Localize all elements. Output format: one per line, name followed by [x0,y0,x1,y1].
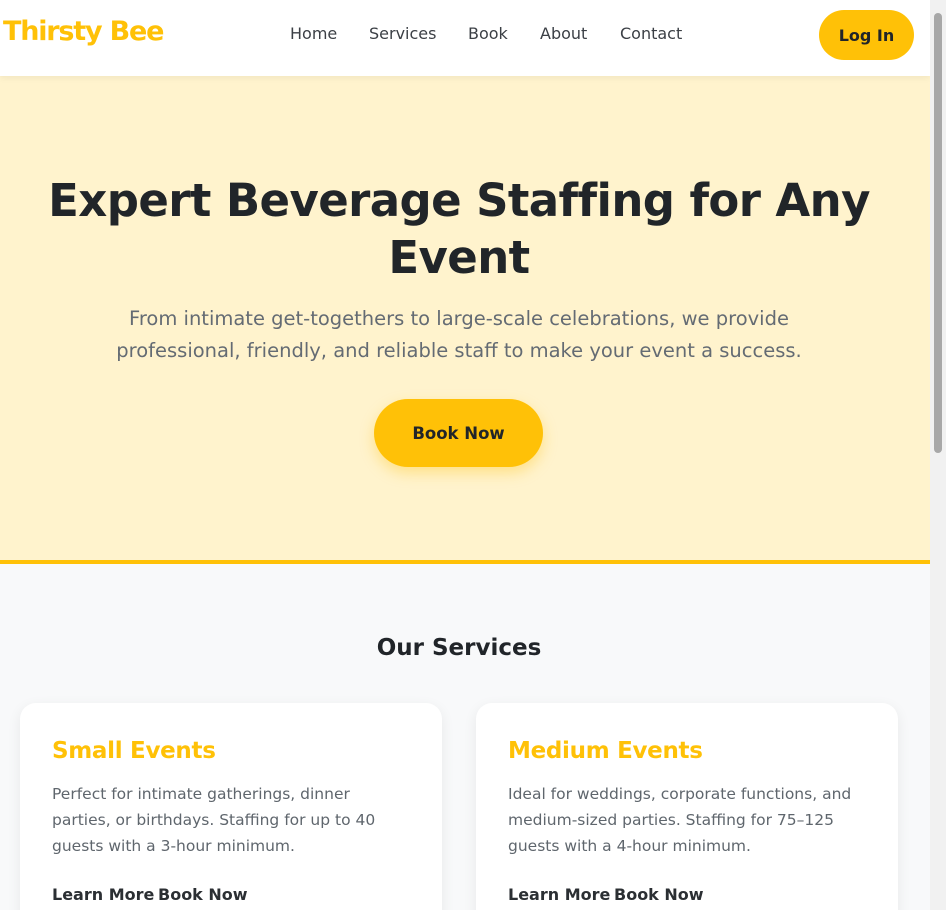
page: Thirsty Bee Home Services Book About Con… [0,0,930,910]
learn-more-link[interactable]: Learn More [52,885,154,904]
main-nav: Home Services Book About Contact [0,24,930,46]
card-title: Medium Events [508,738,703,764]
site-header: Thirsty Bee Home Services Book About Con… [0,0,930,76]
nav-link-book[interactable]: Book [468,24,508,43]
hero-subtitle: From intimate get-togethers to large-sca… [116,307,802,362]
service-card-small: Small Events Perfect for intimate gather… [20,703,442,910]
vertical-scrollbar[interactable] [930,0,946,910]
nav-link-home[interactable]: Home [290,24,337,43]
hero-book-now-button[interactable]: Book Now [374,399,543,467]
book-now-link[interactable]: Book Now [614,885,704,904]
book-now-link[interactable]: Book Now [158,885,248,904]
card-description: Ideal for weddings, corporate functions,… [508,785,852,855]
services-heading: Our Services [376,635,542,661]
hero-title: Expert Beverage Staffing for Any Event [48,174,870,284]
card-title: Small Events [52,738,216,764]
nav-link-about[interactable]: About [540,24,587,43]
nav-link-contact[interactable]: Contact [620,24,682,43]
card-description: Perfect for intimate gatherings, dinner … [52,785,376,855]
nav-link-services[interactable]: Services [369,24,436,43]
learn-more-link[interactable]: Learn More [508,885,610,904]
service-card-medium: Medium Events Ideal for weddings, corpor… [476,703,898,910]
hero-section: Expert Beverage Staffing for Any Event F… [0,76,930,564]
scrollbar-thumb[interactable] [934,13,942,453]
login-button[interactable]: Log In [819,10,914,60]
